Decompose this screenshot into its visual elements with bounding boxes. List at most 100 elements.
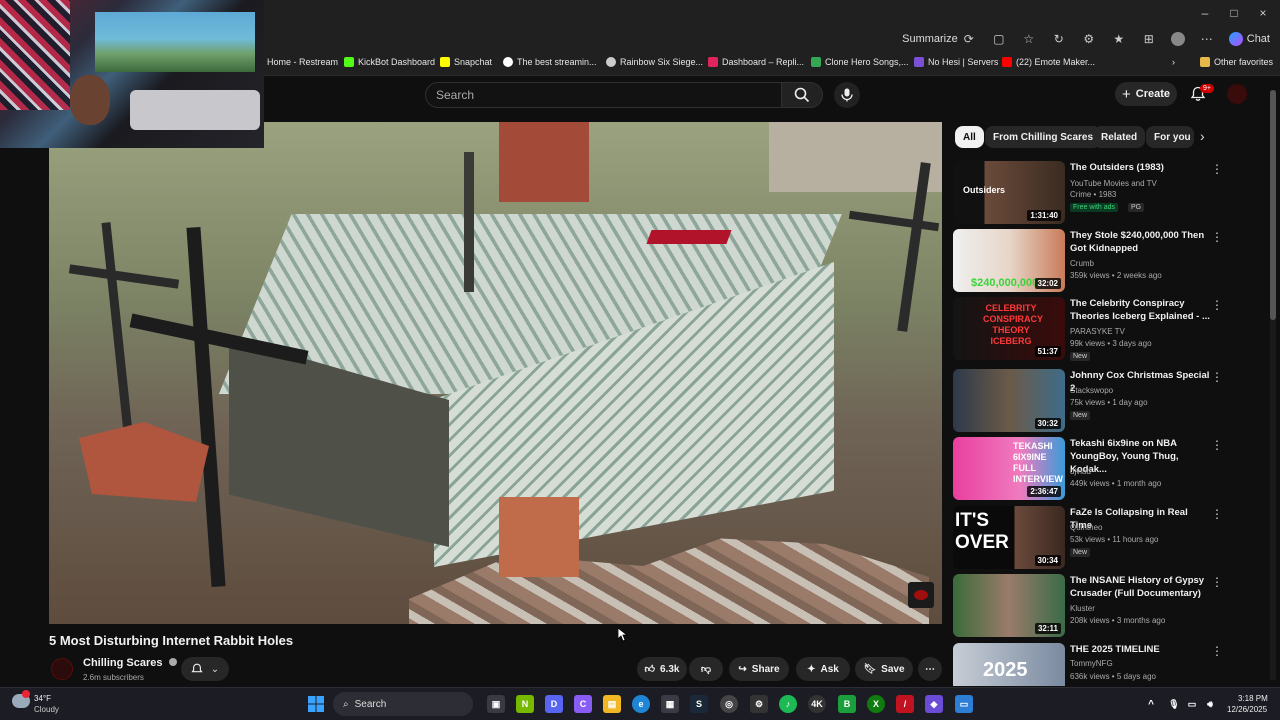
recommendation-item[interactable]: IT'S OVER 30:34 FaZe Is Collapsing in Re… <box>953 506 1263 570</box>
close-button[interactable]: × <box>1254 6 1272 20</box>
chip-from-channel[interactable]: From Chilling Scares <box>985 126 1102 148</box>
chat-button[interactable]: Chat <box>1228 32 1270 46</box>
page-scrollbar[interactable] <box>1270 90 1276 680</box>
app-icon[interactable]: ◆ <box>925 695 943 713</box>
recommendation-channel[interactable]: TommyNFG <box>1070 658 1113 669</box>
more-vert-icon[interactable]: ⋮ <box>1211 163 1223 177</box>
recommendation-item[interactable]: 30:32 Johnny Cox Christmas Special 2 Sta… <box>953 369 1263 433</box>
more-vert-icon[interactable]: ⋮ <box>1211 576 1223 590</box>
taskbar-search-box[interactable]: ⌕ Search <box>333 692 473 716</box>
video-thumbnail[interactable]: 2025 <box>953 643 1065 686</box>
video-player[interactable] <box>49 122 942 624</box>
obs-icon[interactable]: ◎ <box>720 695 738 713</box>
recommendation-channel[interactable]: Kluster <box>1070 603 1095 614</box>
scrollbar-thumb[interactable] <box>1270 90 1276 320</box>
recommendation-channel[interactable]: Stackswopo <box>1070 385 1113 396</box>
save-button[interactable]: 🔖︎ Save <box>855 657 913 681</box>
recommendation-item[interactable]: 2025 THE 2025 TIMELINE TommyNFG 636k vie… <box>953 643 1263 686</box>
spotify-icon[interactable]: ♪ <box>779 695 797 713</box>
voice-search-button[interactable] <box>834 82 860 108</box>
search-input[interactable]: Search <box>425 82 782 108</box>
recommendation-channel[interactable]: Quintheo <box>1070 522 1102 533</box>
like-button[interactable]: 👍︎ 6.3k <box>637 657 687 681</box>
bookmark-item[interactable]: Snapchat <box>440 57 492 67</box>
chip-related[interactable]: Related <box>1093 126 1146 148</box>
account-avatar[interactable] <box>1227 84 1247 104</box>
bookmarks-overflow-icon[interactable]: › <box>1172 57 1175 67</box>
favorite-star-icon[interactable]: ☆ <box>1021 31 1037 47</box>
recommendation-title[interactable]: The Celebrity Conspiracy Theories Iceber… <box>1070 297 1210 323</box>
xbox-icon[interactable]: X <box>867 695 885 713</box>
channel-name[interactable]: Chilling Scares <box>83 657 177 669</box>
split-screen-icon[interactable]: ▢ <box>991 31 1007 47</box>
clock-date[interactable]: 12/26/2025 <box>1227 705 1267 714</box>
refresh-icon[interactable]: ↻ <box>1051 31 1067 47</box>
bookmark-item[interactable]: Home - Restream <box>267 57 338 67</box>
bookmark-item[interactable]: Dashboard – Repli... <box>708 57 804 67</box>
start-menu-icon[interactable] <box>307 695 325 713</box>
favorites-icon[interactable]: ★ <box>1111 31 1127 47</box>
profile-icon[interactable] <box>1170 32 1185 46</box>
video-thumbnail[interactable]: 30:32 <box>953 369 1065 432</box>
video-thumbnail[interactable]: CELEBRITY CONSPIRACY THEORY ICEBERG 51:3… <box>953 297 1065 360</box>
more-vert-icon[interactable]: ⋮ <box>1211 508 1223 522</box>
minimize-button[interactable]: – <box>1196 6 1214 20</box>
chip-all[interactable]: All <box>955 126 984 148</box>
4k-downloader-icon[interactable]: 4K <box>808 695 826 713</box>
recommendation-channel[interactable]: Crumb <box>1070 258 1094 269</box>
discord-icon[interactable]: D <box>545 695 563 713</box>
dislike-button[interactable]: 👎︎ <box>689 657 723 681</box>
ask-button[interactable]: ✦ Ask <box>796 657 850 681</box>
channel-watermark-icon[interactable] <box>908 582 934 608</box>
bookmark-item[interactable]: The best streamin... <box>503 57 597 67</box>
share-button[interactable]: ↪ Share <box>729 657 789 681</box>
weather-description[interactable]: Cloudy <box>34 705 59 714</box>
recommendation-item[interactable]: 32:11 The INSANE History of Gypsy Crusad… <box>953 574 1263 638</box>
recommendation-channel[interactable]: PARASYKE TV <box>1070 326 1125 337</box>
recommendation-item[interactable]: TEKASHI 6IX9INE FULL INTERVIEW 2:36:47 T… <box>953 437 1263 501</box>
recommendation-title[interactable]: THE 2025 TIMELINE <box>1070 643 1210 656</box>
more-actions-button[interactable]: ⋯ <box>918 657 942 681</box>
b-app-icon[interactable]: B <box>838 695 856 713</box>
network-icon[interactable]: ▭ <box>1183 695 1201 713</box>
bookmark-item[interactable]: KickBot Dashboard <box>344 57 435 67</box>
other-favorites[interactable]: Other favorites <box>1200 57 1273 67</box>
recommendation-title[interactable]: Tekashi 6ix9ine on NBA YoungBoy, Young T… <box>1070 437 1210 476</box>
recommendation-item[interactable]: Outsiders 1:31:40 The Outsiders (1983) Y… <box>953 161 1263 225</box>
recommendation-channel[interactable]: YouTube Movies and TV <box>1070 178 1157 189</box>
bookmark-item[interactable]: Clone Hero Songs,... <box>811 57 909 67</box>
video-thumbnail[interactable]: TEKASHI 6IX9INE FULL INTERVIEW 2:36:47 <box>953 437 1065 500</box>
recommendation-title[interactable]: The Outsiders (1983) <box>1070 161 1210 174</box>
recommendation-item[interactable]: CELEBRITY CONSPIRACY THEORY ICEBERG 51:3… <box>953 297 1263 361</box>
bookmark-item[interactable]: Rainbow Six Siege... <box>606 57 703 67</box>
tray-overflow-icon[interactable]: ^ <box>1142 695 1160 713</box>
gaming-app-icon[interactable]: / <box>896 695 914 713</box>
summarize-button[interactable]: Summarize ⟳ <box>902 31 977 47</box>
edge-browser-icon[interactable]: e <box>632 695 650 713</box>
video-thumbnail[interactable]: 32:11 <box>953 574 1065 637</box>
copilot-app-icon[interactable]: C <box>574 695 592 713</box>
extensions-icon[interactable]: ⚙ <box>1081 31 1097 47</box>
active-window-icon[interactable]: ▭ <box>955 695 973 713</box>
maximize-button[interactable]: □ <box>1225 6 1243 20</box>
store-icon[interactable]: ▦ <box>661 695 679 713</box>
more-vert-icon[interactable]: ⋮ <box>1211 299 1223 313</box>
recommendation-title[interactable]: They Stole $240,000,000 Then Got Kidnapp… <box>1070 229 1210 255</box>
recommendation-channel[interactable]: djvlad <box>1070 466 1091 477</box>
weather-temperature[interactable]: 34°F <box>34 694 51 703</box>
settings-gear-icon[interactable]: ⚙ <box>750 695 768 713</box>
more-vert-icon[interactable]: ⋮ <box>1211 231 1223 245</box>
microphone-tray-icon[interactable]: 🎙︎ <box>1165 695 1183 713</box>
subscribed-button[interactable]: ⌄ <box>181 657 229 681</box>
more-vert-icon[interactable]: ⋮ <box>1211 439 1223 453</box>
chips-next-icon[interactable]: › <box>1200 128 1205 144</box>
more-vert-icon[interactable]: ⋮ <box>1211 371 1223 385</box>
bookmark-item[interactable]: (22) Emote Maker... <box>1002 57 1095 67</box>
steam-icon[interactable]: S <box>690 695 708 713</box>
recommendation-title[interactable]: The INSANE History of Gypsy Crusader (Fu… <box>1070 574 1210 600</box>
nvidia-icon[interactable]: N <box>516 695 534 713</box>
recommendation-item[interactable]: $240,000,000 32:02 They Stole $240,000,0… <box>953 229 1263 293</box>
video-thumbnail[interactable]: $240,000,000 32:02 <box>953 229 1065 292</box>
more-vert-icon[interactable]: ⋮ <box>1211 645 1223 659</box>
volume-icon[interactable]: 🔊︎ <box>1201 695 1219 713</box>
